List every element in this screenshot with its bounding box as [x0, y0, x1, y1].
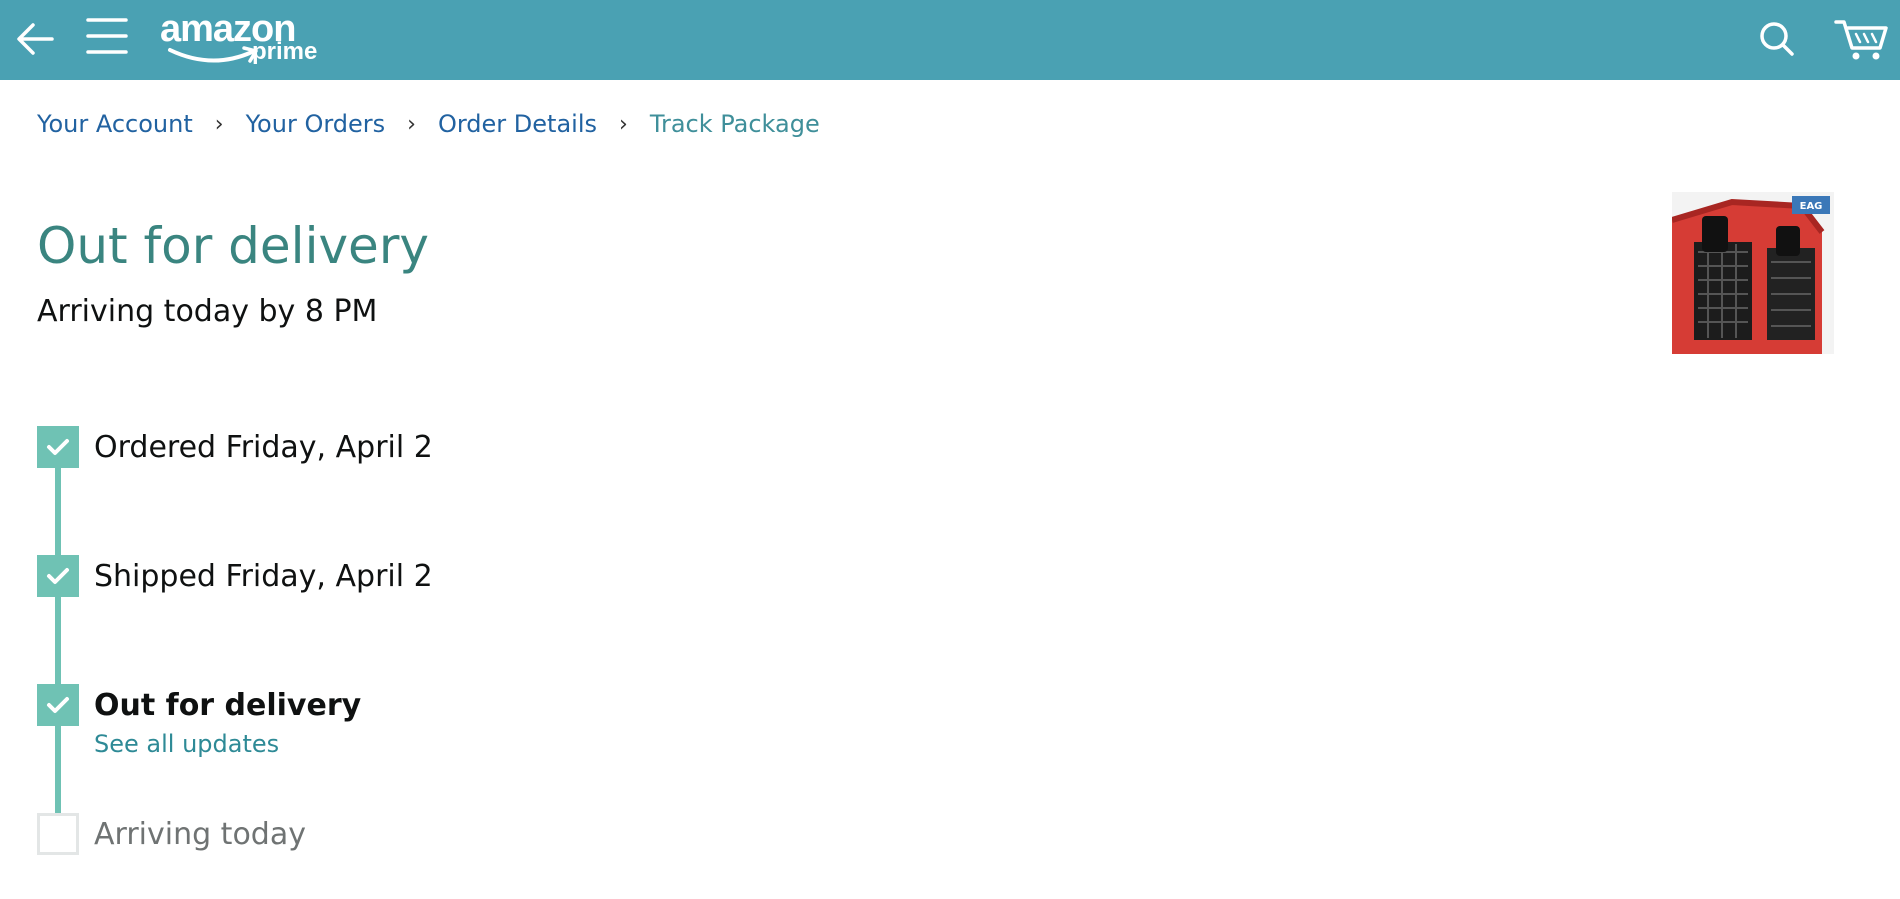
product-thumbnail[interactable]: EAG	[1671, 192, 1834, 354]
product-image: EAG	[1671, 192, 1834, 354]
step-checkbox	[37, 684, 79, 726]
smile-arrow-icon	[168, 46, 258, 63]
step-checkbox-empty	[37, 813, 79, 855]
tracking-timeline: Ordered Friday, April 2 Shipped Friday, …	[37, 424, 737, 864]
step-checkbox	[37, 426, 79, 468]
hamburger-icon	[86, 18, 128, 54]
breadcrumb-separator: ›	[214, 111, 224, 137]
page-title: Out for delivery	[37, 217, 429, 275]
arrival-estimate: Arriving today by 8 PM	[37, 294, 378, 329]
brand-badge: EAG	[1800, 201, 1823, 212]
breadcrumb-separator: ›	[619, 111, 628, 137]
search-button[interactable]	[1754, 16, 1800, 62]
timeline-rail	[55, 444, 61, 834]
logo-prime-text: prime	[252, 38, 318, 65]
step-label: Arriving today	[94, 817, 306, 852]
breadcrumb-your-account[interactable]: Your Account	[37, 110, 193, 138]
breadcrumb-track-package[interactable]: Track Package	[650, 110, 820, 138]
breadcrumb-separator: ›	[407, 111, 416, 137]
breadcrumb: Your Account › Your Orders › Order Detai…	[37, 108, 820, 140]
search-icon	[1760, 22, 1794, 56]
breadcrumb-your-orders[interactable]: Your Orders	[246, 110, 386, 138]
amazon-prime-logo[interactable]: amazon prime	[160, 8, 325, 72]
step-label: Out for delivery	[94, 688, 362, 723]
cart-button[interactable]	[1834, 14, 1890, 64]
menu-button[interactable]	[86, 16, 128, 56]
cart-icon	[1834, 20, 1888, 60]
check-icon	[47, 697, 69, 713]
arrow-left-icon	[17, 23, 54, 55]
step-label: Shipped Friday, April 2	[94, 559, 433, 594]
step-checkbox	[37, 555, 79, 597]
top-bar: amazon prime	[0, 0, 1900, 80]
check-icon	[47, 568, 69, 584]
back-button[interactable]	[14, 18, 56, 60]
step-label: Ordered Friday, April 2	[94, 430, 433, 465]
breadcrumb-order-details[interactable]: Order Details	[438, 110, 597, 138]
see-all-updates-link[interactable]: See all updates	[94, 728, 279, 760]
check-icon	[47, 439, 69, 455]
